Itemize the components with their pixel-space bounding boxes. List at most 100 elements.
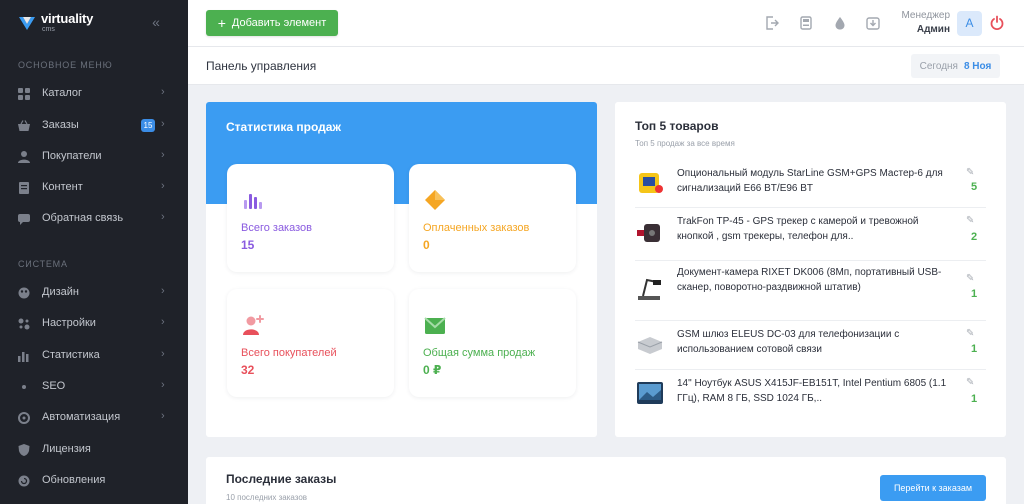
edit-icon[interactable]: ✎: [966, 328, 974, 339]
section-title-system: Система: [18, 259, 68, 269]
edit-icon[interactable]: ✎: [966, 215, 974, 226]
edit-icon[interactable]: ✎: [966, 167, 974, 178]
product-sales-count: 1: [971, 393, 978, 405]
sidebar-item-settings[interactable]: Настройки ›: [0, 312, 188, 336]
chevron-right-icon: ›: [161, 285, 165, 297]
edit-icon[interactable]: ✎: [966, 377, 974, 388]
chevron-right-icon: ›: [161, 379, 165, 391]
chevron-right-icon: ›: [161, 410, 165, 422]
product-name[interactable]: GSM шлюз ELEUS DC-03 для телефонизации с…: [677, 327, 957, 357]
sidebar-item-label: Контент: [42, 181, 83, 193]
stat-value: 0: [423, 238, 430, 252]
sidebar-item-label: Обновления: [42, 474, 106, 486]
gear-icon: [18, 318, 30, 330]
date-chip[interactable]: Сегодня 8 Ноя: [911, 54, 1000, 78]
recent-orders-panel: Последние заказы 10 последних заказов Пе…: [206, 457, 1006, 504]
sidebar-item-label: Покупатели: [42, 150, 102, 162]
automation-icon: [18, 412, 30, 424]
brand-logo[interactable]: virtuality cms: [18, 12, 93, 33]
envelope-icon: [424, 317, 446, 334]
product-thumbnail: [637, 382, 663, 404]
sidebar-item-label: Автоматизация: [42, 411, 121, 423]
sidebar-item-feedback[interactable]: Обратная связь ›: [0, 207, 188, 231]
product-row[interactable]: TrakFon TP-45 - GPS трекер с камерой и т…: [635, 208, 986, 261]
product-sales-count: 1: [971, 288, 978, 300]
product-thumbnail: [637, 337, 663, 354]
power-icon[interactable]: [989, 15, 1005, 31]
chat-icon: [18, 214, 30, 225]
date-label: Сегодня: [919, 60, 958, 72]
brush-icon: [18, 287, 30, 299]
top-header: + Добавить элемент Менеджер Админ А: [188, 0, 1024, 47]
sidebar-item-updates[interactable]: Обновления: [0, 469, 188, 493]
chevron-right-icon: ›: [161, 86, 165, 98]
brand-sub: cms: [42, 26, 55, 33]
user-icon: [18, 151, 30, 163]
top-products-panel: Топ 5 товаров Топ 5 продаж за все время …: [615, 102, 1006, 437]
edit-icon[interactable]: ✎: [966, 273, 974, 284]
logout-icon[interactable]: [764, 15, 780, 31]
chevron-right-icon: ›: [161, 316, 165, 328]
product-thumbnail: [639, 173, 663, 193]
document-icon: [19, 182, 29, 194]
stat-label: Всего покупателей: [241, 347, 337, 359]
cash-register-icon[interactable]: [798, 15, 814, 31]
stat-value: 15: [241, 238, 255, 252]
orders-count-badge: 15: [141, 119, 155, 132]
sidebar-item-label: Заказы: [42, 119, 79, 131]
stat-card-total-orders[interactable]: Всего заказов 15: [227, 164, 394, 272]
shield-icon: [18, 444, 30, 456]
sidebar: virtuality cms « Основное меню Каталог ›…: [0, 0, 188, 504]
chevron-right-icon: ›: [161, 180, 165, 192]
sidebar-item-label: Дизайн: [42, 286, 79, 298]
drop-icon[interactable]: [832, 15, 848, 31]
sidebar-item-license[interactable]: Лицензия: [0, 438, 188, 462]
manager-role: Менеджер: [901, 10, 950, 21]
product-row[interactable]: Опциональный модуль StarLine GSM+GPS Мас…: [635, 160, 986, 208]
stat-card-total-sales[interactable]: Общая сумма продаж 0 ₽: [409, 289, 576, 397]
stat-label: Всего заказов: [241, 222, 312, 234]
page-subheader: Панель управления Сегодня 8 Ноя: [188, 47, 1024, 85]
product-name[interactable]: 14" Ноутбук ASUS X415JF-EB151T, Intel Pe…: [677, 376, 957, 406]
sidebar-item-catalog[interactable]: Каталог ›: [0, 82, 188, 106]
dot-icon: [22, 385, 26, 389]
user-add-icon: [243, 315, 264, 335]
recent-orders-subtitle: 10 последних заказов: [226, 493, 308, 502]
avatar[interactable]: А: [957, 11, 982, 36]
sidebar-item-label: Статистика: [42, 349, 100, 361]
sidebar-item-label: Обратная связь: [42, 212, 124, 224]
sidebar-item-statistics[interactable]: Статистика ›: [0, 344, 188, 368]
stat-value: 0 ₽: [423, 363, 442, 377]
basket-icon: [18, 120, 30, 131]
sidebar-item-label: Настройки: [42, 317, 96, 329]
product-name[interactable]: Опциональный модуль StarLine GSM+GPS Мас…: [677, 166, 957, 196]
sidebar-item-automation[interactable]: Автоматизация ›: [0, 406, 188, 430]
sidebar-item-design[interactable]: Дизайн ›: [0, 281, 188, 305]
sidebar-item-seo[interactable]: SEO ›: [0, 375, 188, 399]
sidebar-item-customers[interactable]: Покупатели ›: [0, 145, 188, 169]
add-element-button[interactable]: + Добавить элемент: [206, 10, 338, 36]
product-row[interactable]: GSM шлюз ELEUS DC-03 для телефонизации с…: [635, 321, 986, 370]
product-sales-count: 1: [971, 343, 978, 355]
manager-name: Админ: [916, 24, 950, 35]
go-to-orders-button[interactable]: Перейти к заказам: [880, 475, 986, 501]
product-row[interactable]: 14" Ноутбук ASUS X415JF-EB151T, Intel Pe…: [635, 370, 986, 422]
stat-card-total-customers[interactable]: Всего покупателей 32: [227, 289, 394, 397]
product-name[interactable]: Документ-камера RIXET DK006 (8Мп, портат…: [677, 265, 957, 295]
stat-card-paid-orders[interactable]: Оплаченных заказов 0: [409, 164, 576, 272]
sidebar-item-orders[interactable]: Заказы 15 ›: [0, 114, 188, 138]
chevron-right-icon: ›: [161, 348, 165, 360]
product-row[interactable]: Документ-камера RIXET DK006 (8Мп, портат…: [635, 261, 986, 321]
product-sales-count: 5: [971, 181, 978, 193]
download-icon[interactable]: [865, 15, 881, 31]
date-value: 8 Ноя: [963, 60, 992, 72]
sidebar-item-content[interactable]: Контент ›: [0, 176, 188, 200]
collapse-sidebar-icon[interactable]: «: [148, 14, 164, 30]
diamond-icon: [425, 190, 445, 210]
bar-chart-icon: [244, 194, 262, 209]
sidebar-item-label: Каталог: [42, 87, 82, 99]
product-name[interactable]: TrakFon TP-45 - GPS трекер с камерой и т…: [677, 214, 957, 244]
brand-name: virtuality: [41, 11, 94, 26]
grid-icon: [18, 88, 30, 100]
stat-label: Общая сумма продаж: [423, 347, 536, 359]
